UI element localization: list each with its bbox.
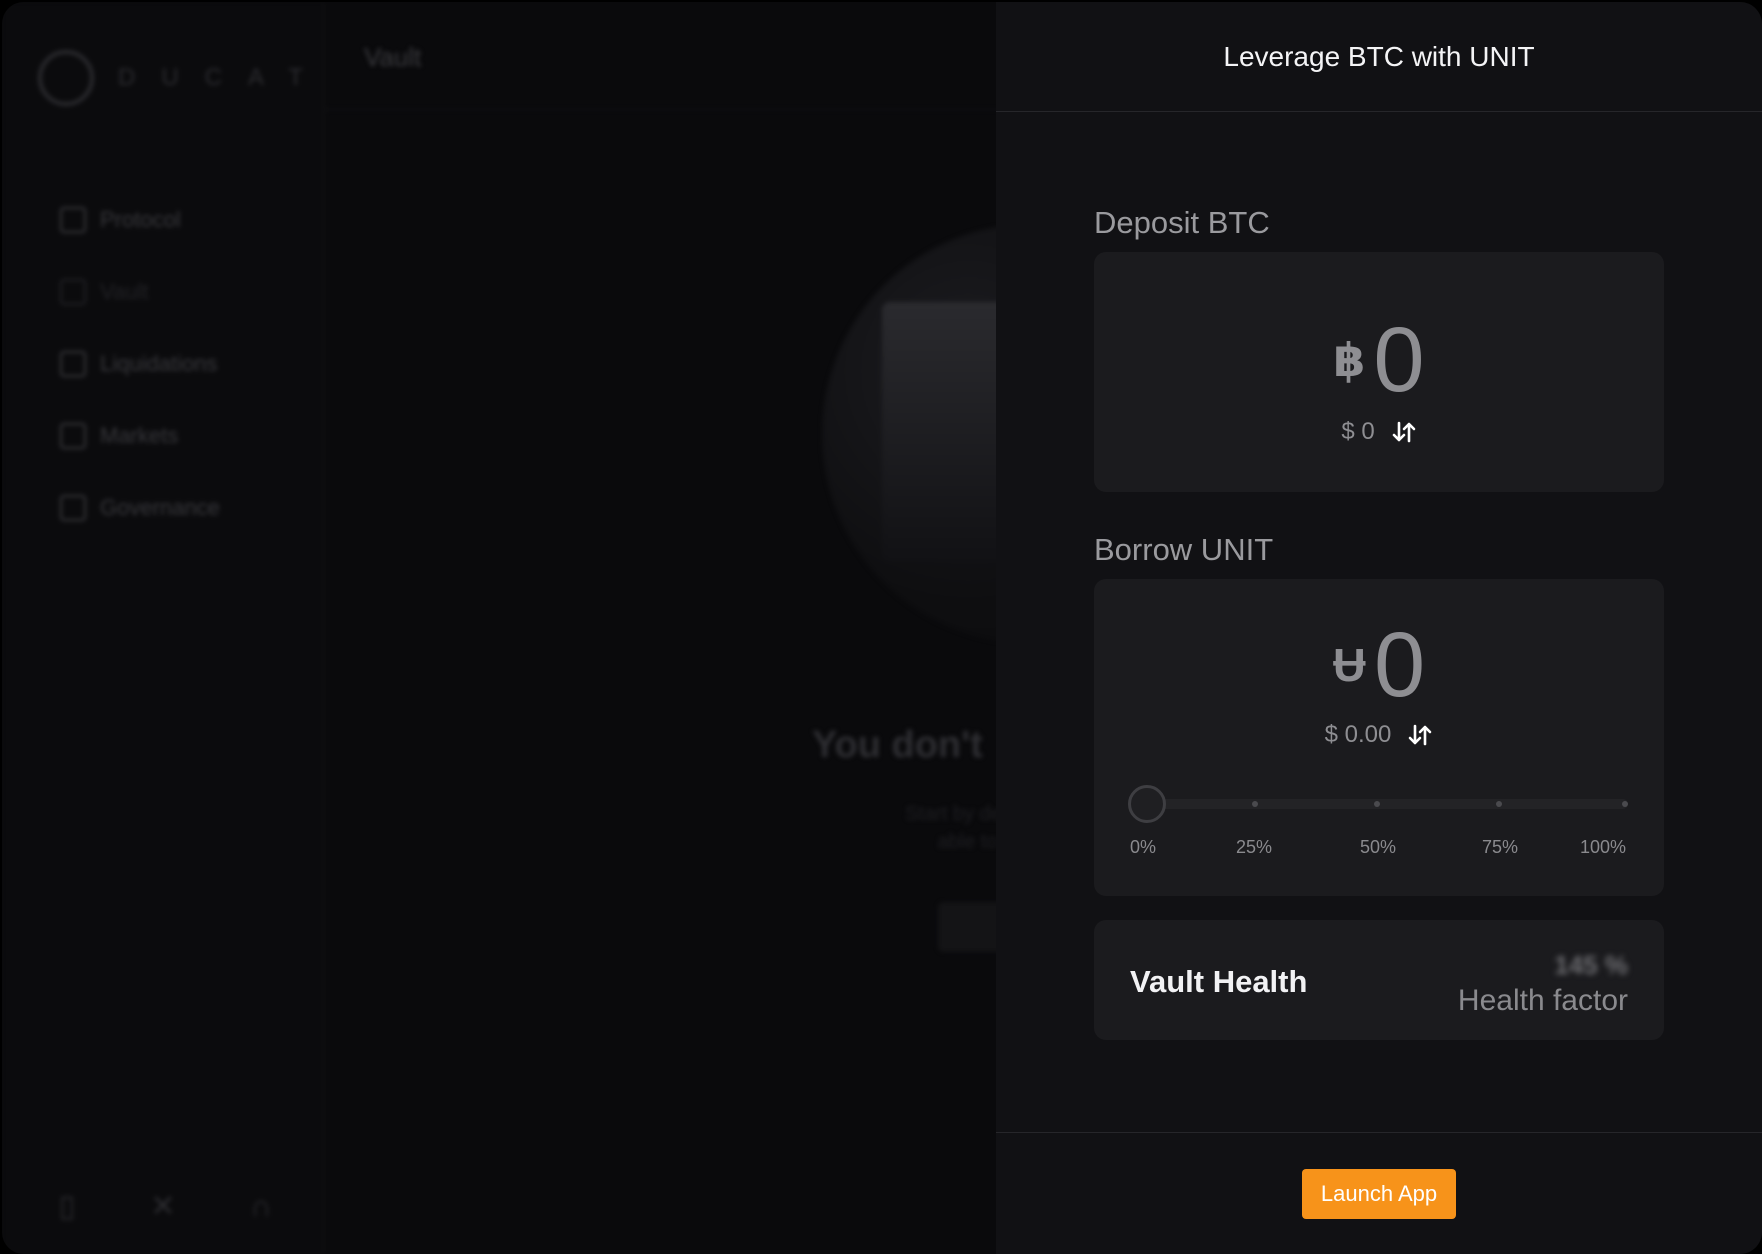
borrow-input[interactable]: Ʉ 0 $ 0.00 0% 25% 50% 75% 100% [1094, 579, 1664, 896]
panel-header: Leverage BTC with UNIT [996, 2, 1762, 112]
app-window: DUCAT Protocol Vault Liquidations Market… [2, 2, 1762, 1254]
slider-tick-dot [1496, 801, 1502, 807]
borrow-label: Borrow UNIT [1094, 532, 1274, 567]
chart-icon [60, 423, 86, 449]
slider-thumb[interactable] [1128, 785, 1166, 823]
sidebar: DUCAT Protocol Vault Liquidations Market… [2, 2, 324, 1254]
vault-health-title: Vault Health [1130, 964, 1308, 999]
health-factor-label: Health factor [1457, 984, 1628, 1017]
launch-app-button[interactable]: Launch App [1301, 1168, 1457, 1219]
swap-icon[interactable] [1391, 419, 1417, 445]
borrow-fiat-row: $ 0.00 [1094, 721, 1664, 749]
vault-health-card: Vault Health 145 % Health factor [1094, 920, 1664, 1040]
borrow-amount-row: Ʉ 0 [1094, 619, 1664, 711]
governance-icon [60, 495, 86, 521]
btc-currency-icon: ฿ [1333, 334, 1366, 386]
x-social-icon[interactable]: ✕ [150, 1192, 176, 1222]
page-title: Vault [364, 42, 422, 72]
unit-currency-icon: Ʉ [1332, 639, 1367, 691]
panel-footer: Launch App [996, 1132, 1762, 1254]
slider-tick-label[interactable]: 0% [1130, 837, 1156, 858]
deposit-fiat-row: $ 0 [1094, 418, 1664, 446]
slider-tick-label[interactable]: 100% [1580, 837, 1626, 858]
swap-icon[interactable] [1407, 722, 1433, 748]
logo-ring-icon [38, 50, 94, 106]
sidebar-item-vault[interactable]: Vault [60, 256, 220, 328]
health-factor-value: 145 % [1554, 950, 1628, 980]
liquidations-icon [60, 351, 86, 377]
slider-tick-labels: 0% 25% 50% 75% 100% [1130, 837, 1628, 861]
logo-text: DUCAT [118, 64, 329, 91]
headphones-icon[interactable]: ∩ [248, 1192, 274, 1222]
empty-state-title: You don't [812, 724, 983, 766]
document-icon[interactable]: ▯ [54, 1192, 80, 1222]
sidebar-item-label: Liquidations [100, 351, 218, 376]
grid-icon [60, 207, 86, 233]
deposit-amount[interactable]: 0 [1373, 314, 1424, 406]
sidebar-item-label: Vault [100, 279, 149, 304]
slider-tick-dot [1252, 801, 1258, 807]
leverage-panel: Leverage BTC with UNIT Deposit BTC ฿ 0 $… [996, 2, 1762, 1254]
sidebar-item-label: Markets [100, 423, 179, 448]
panel-title: Leverage BTC with UNIT [1223, 40, 1535, 72]
deposit-label: Deposit BTC [1094, 205, 1270, 240]
logo: DUCAT [38, 50, 329, 106]
borrow-fiat-value: $ 0.00 [1324, 721, 1392, 748]
borrow-percent-slider[interactable] [1128, 785, 1628, 823]
borrow-amount[interactable]: 0 [1374, 619, 1425, 711]
sidebar-item-liquidations[interactable]: Liquidations [60, 328, 220, 400]
sidebar-item-protocol[interactable]: Protocol [60, 184, 220, 256]
deposit-input[interactable]: ฿ 0 $ 0 [1094, 252, 1664, 492]
deposit-amount-row: ฿ 0 [1094, 314, 1664, 406]
slider-tick-label[interactable]: 75% [1482, 837, 1518, 858]
sidebar-nav: Protocol Vault Liquidations Markets Gove… [60, 184, 220, 544]
sidebar-footer: ▯ ✕ ∩ [2, 1164, 324, 1254]
sidebar-item-markets[interactable]: Markets [60, 400, 220, 472]
sidebar-item-governance[interactable]: Governance [60, 472, 220, 544]
slider-tick-dot [1374, 801, 1380, 807]
vault-icon [60, 279, 86, 305]
sidebar-item-label: Protocol [100, 207, 181, 232]
slider-tick-dot [1622, 801, 1628, 807]
slider-tick-label[interactable]: 50% [1360, 837, 1396, 858]
deposit-fiat-value: $ 0 [1341, 418, 1375, 445]
sidebar-item-label: Governance [100, 495, 220, 520]
slider-tick-label[interactable]: 25% [1236, 837, 1272, 858]
